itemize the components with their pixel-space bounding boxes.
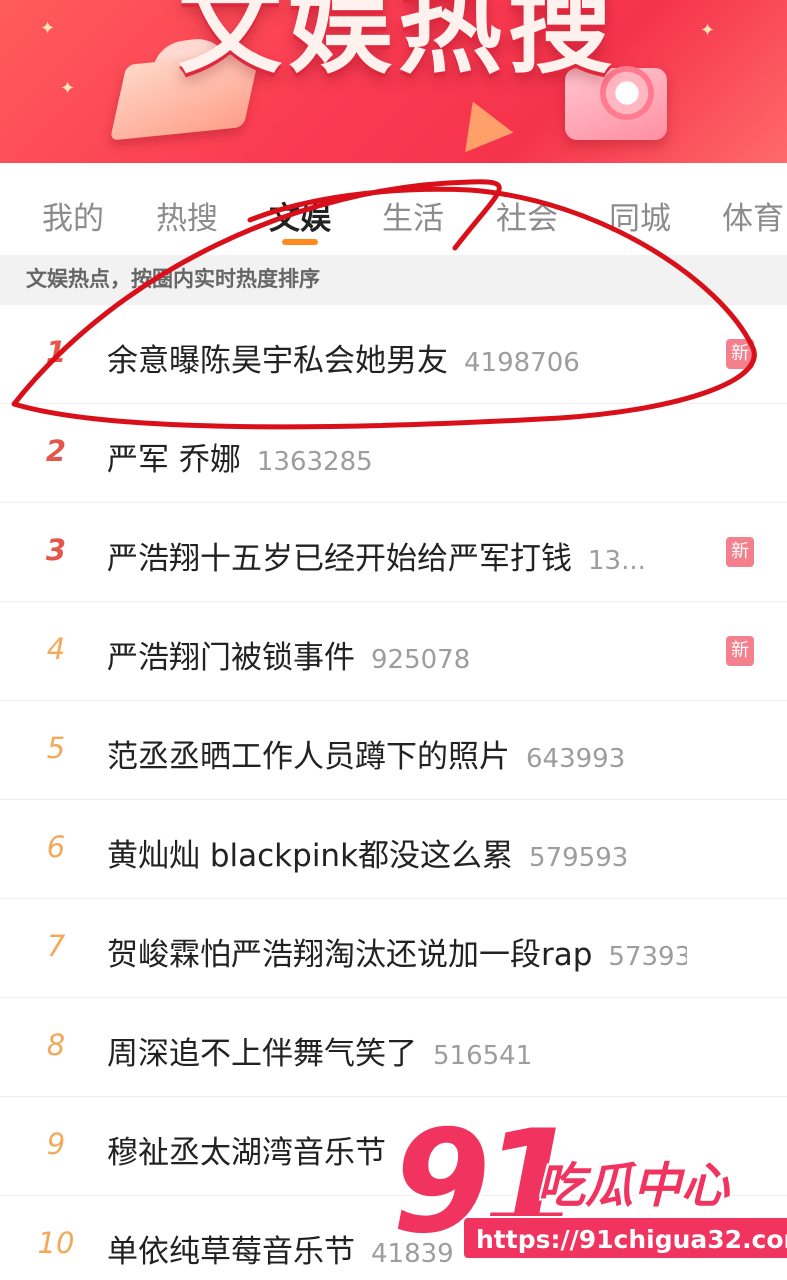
rank-number: 6 [46, 830, 66, 864]
sparkle-icon: ✦ [700, 20, 716, 41]
heat-value: 516541 [433, 1041, 533, 1071]
list-item-title: 周深追不上伴舞气笑了 516541 [107, 1028, 532, 1073]
rank-number: 3 [45, 533, 67, 567]
new-badge: 新 [726, 537, 754, 567]
watermark-site-name: 吃瓜中心 [537, 1158, 730, 1214]
rank-number: 2 [45, 434, 67, 468]
site-watermark: 91 吃瓜中心 https://91chigua32.com [392, 1108, 787, 1280]
list-item-title: 严军 乔娜 1363285 [107, 434, 373, 479]
topic-text: 范丞丞晒工作人员蹲下的照片 [107, 739, 510, 775]
topic-text: 黄灿灿 blackpink都没这么累 [107, 838, 514, 874]
section-hint: 文娱热点，按圈内实时热度排序 [0, 255, 787, 305]
heat-value: 643993 [526, 744, 626, 774]
list-item-title: 余意曝陈昊宇私会她男友 4198706 [107, 335, 580, 380]
new-badge: 新 [726, 636, 754, 666]
list-item[interactable]: 6 黄灿灿 blackpink都没这么累 579593 [0, 800, 787, 899]
list-item-title: 严浩翔门被锁事件 925078 [107, 632, 470, 677]
list-item[interactable]: 8 周深追不上伴舞气笑了 516541 [0, 998, 787, 1097]
topic-text: 严浩翔门被锁事件 [107, 640, 355, 676]
sparkle-icon: ✦ [40, 18, 56, 39]
heat-value: 1363285 [256, 447, 373, 477]
tab-society[interactable]: 社会 [496, 193, 558, 238]
rank-number: 8 [46, 1028, 66, 1062]
triangle-decoration [448, 91, 514, 153]
rank-number: 10 [37, 1226, 75, 1260]
topic-text: 穆祉丞太湖湾音乐节 [107, 1135, 386, 1171]
tab-sports[interactable]: 体育 [722, 193, 784, 238]
list-item[interactable]: 7 贺峻霖怕严浩翔淘汰还说加一段rap 573935 [0, 899, 787, 998]
topic-text: 单依纯草莓音乐节 [107, 1234, 355, 1270]
watermark-url: https://91chigua32.com [462, 1216, 787, 1260]
category-tabs: 我的 热搜 文娱 生活 社会 同城 体育 [0, 163, 787, 255]
list-item[interactable]: 3 严浩翔十五岁已经开始给严军打钱 13... 新 [0, 503, 787, 602]
banner-title: 文娱热搜 [177, 0, 618, 88]
list-item[interactable]: 1 余意曝陈昊宇私会她男友 4198706 新 [0, 305, 787, 404]
list-item-title: 穆祉丞太湖湾音乐节 [107, 1127, 402, 1172]
topic-text: 严浩翔十五岁已经开始给严军打钱 [107, 541, 572, 577]
topic-text: 贺峻霖怕严浩翔淘汰还说加一段rap [107, 937, 593, 973]
tab-hot[interactable]: 热搜 [156, 193, 218, 238]
heat-value: 4198706 [464, 348, 580, 378]
rank-number: 9 [46, 1127, 66, 1161]
list-item-title: 黄灿灿 blackpink都没这么累 579593 [107, 830, 628, 875]
tab-life[interactable]: 生活 [382, 193, 444, 238]
list-item-title: 贺峻霖怕严浩翔淘汰还说加一段rap 573935 [107, 929, 687, 974]
rank-number: 1 [45, 335, 67, 369]
list-item-title: 严浩翔十五岁已经开始给严军打钱 13... [107, 533, 646, 578]
active-tab-indicator [282, 239, 318, 245]
tab-local[interactable]: 同城 [609, 193, 671, 238]
heat-value: 925078 [371, 645, 471, 675]
hot-search-banner: ✦ ✦ ✦ 文娱热搜 [0, 0, 787, 163]
rank-number: 7 [46, 929, 66, 963]
list-item-title: 范丞丞晒工作人员蹲下的照片 643993 [107, 731, 625, 776]
heat-value: 579593 [529, 843, 629, 873]
heat-value: 573935 [608, 942, 687, 972]
topic-text: 周深追不上伴舞气笑了 [107, 1036, 417, 1072]
rank-number: 5 [46, 731, 66, 765]
new-badge: 新 [726, 339, 754, 369]
topic-text: 严军 乔娜 [107, 442, 241, 478]
topic-text: 余意曝陈昊宇私会她男友 [107, 343, 448, 379]
list-item[interactable]: 4 严浩翔门被锁事件 925078 新 [0, 602, 787, 701]
tab-mine[interactable]: 我的 [42, 193, 104, 238]
sparkle-icon: ✦ [60, 78, 76, 99]
tab-entertainment[interactable]: 文娱 [269, 193, 331, 238]
list-item[interactable]: 5 范丞丞晒工作人员蹲下的照片 643993 [0, 701, 787, 800]
rank-number: 4 [46, 632, 66, 666]
list-item[interactable]: 2 严军 乔娜 1363285 [0, 404, 787, 503]
heat-value: 13... [588, 546, 646, 576]
